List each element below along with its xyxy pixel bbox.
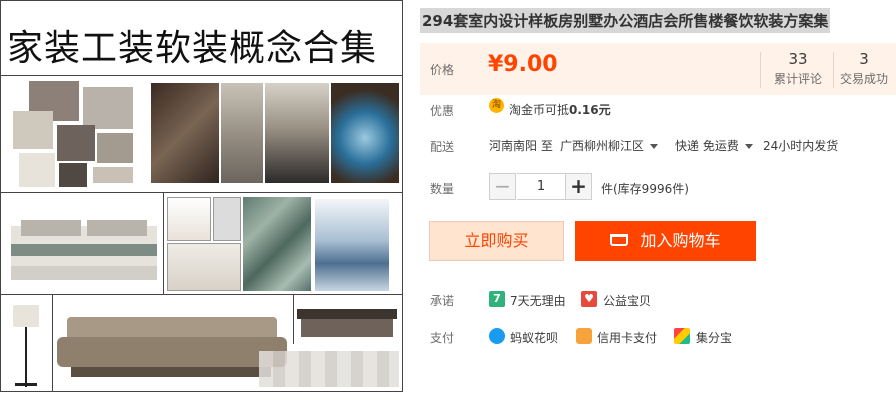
quantity-increase-button[interactable]: + — [565, 173, 592, 200]
product-main-image[interactable]: 家装工装软装概念合集 — [0, 0, 403, 392]
price-value: ¥9.00 — [488, 52, 558, 77]
ship-time: 24小时内发货 — [763, 139, 839, 153]
chevron-down-icon — [650, 144, 659, 149]
sales-count-number: 3 — [859, 50, 869, 68]
credit-card-icon — [576, 328, 592, 344]
charity-link[interactable]: 公益宝贝 — [603, 292, 651, 309]
delivery-destination-select[interactable]: 广西柳州柳江区 — [560, 137, 659, 154]
floor-lamp-photo — [7, 299, 47, 389]
delivery-from: 河南南阳 至 — [489, 139, 553, 153]
interior-photo — [331, 83, 399, 183]
payment-label: 支付 — [430, 331, 455, 345]
chevron-down-icon — [744, 144, 753, 149]
material-board — [13, 81, 141, 189]
charity-icon: ♥ — [581, 291, 597, 307]
interior-photo — [221, 83, 263, 183]
taobao-coin-icon: 淘 — [489, 98, 504, 113]
divider — [760, 52, 761, 88]
divider — [1, 294, 402, 295]
quantity-decrease-button[interactable]: − — [489, 173, 516, 200]
add-to-cart-button[interactable]: 加入购物车 — [575, 221, 756, 261]
review-count-caption: 累计评论 — [773, 72, 822, 86]
add-to-cart-label: 加入购物车 — [640, 231, 721, 250]
mirror-photo — [213, 197, 241, 241]
seven-day-return-link[interactable]: 7天无理由 — [510, 292, 566, 309]
mountain-photo — [315, 199, 389, 291]
interior-photo — [265, 83, 329, 183]
jifenbao-payment[interactable]: 集分宝 — [696, 329, 732, 346]
bed-photo — [11, 206, 157, 284]
table-photo — [297, 301, 397, 341]
cart-icon — [610, 233, 629, 246]
buy-now-button[interactable]: 立即购买 — [429, 221, 564, 261]
quantity-input[interactable]: 1 — [517, 173, 565, 200]
delivery-label: 配送 — [430, 140, 455, 154]
image-title: 家装工装软装概念合集 — [7, 28, 378, 69]
divider — [1, 75, 402, 76]
promo-label: 优惠 — [430, 104, 455, 118]
review-count[interactable]: 33 累计评论 — [766, 50, 830, 87]
product-title: 294套室内设计样板房别墅办公酒店会所售楼餐饮软装方案集 — [420, 8, 831, 33]
marble-photo — [243, 197, 311, 291]
sales-count: 3 交易成功 — [836, 50, 892, 87]
promo-amount: 0.16元 — [569, 103, 611, 117]
huabei-icon — [489, 328, 505, 344]
promise-label: 承诺 — [430, 294, 455, 308]
sales-count-caption: 交易成功 — [839, 72, 888, 86]
credit-card-payment[interactable]: 信用卡支付 — [597, 329, 657, 346]
price-label: 价格 — [430, 63, 455, 77]
stock-text: 件(库存9996件) — [601, 182, 689, 196]
interior-photo — [151, 83, 219, 183]
delivery-method-select[interactable]: 快递 免运费 — [675, 137, 753, 154]
seven-day-return-icon: 7 — [489, 291, 505, 307]
nightstand-photo — [167, 243, 241, 291]
jifenbao-icon — [674, 328, 690, 344]
divider — [833, 52, 834, 88]
promo-text: 淘金币可抵0.16元 — [509, 103, 611, 117]
huabei-payment[interactable]: 蚂蚁花呗 — [510, 329, 558, 346]
divider — [1, 192, 402, 193]
chair-photo — [167, 197, 211, 241]
watermark-blur — [259, 351, 399, 387]
review-count-number: 33 — [788, 50, 808, 68]
quantity-label: 数量 — [430, 182, 455, 196]
sofa-photo — [57, 313, 287, 389]
